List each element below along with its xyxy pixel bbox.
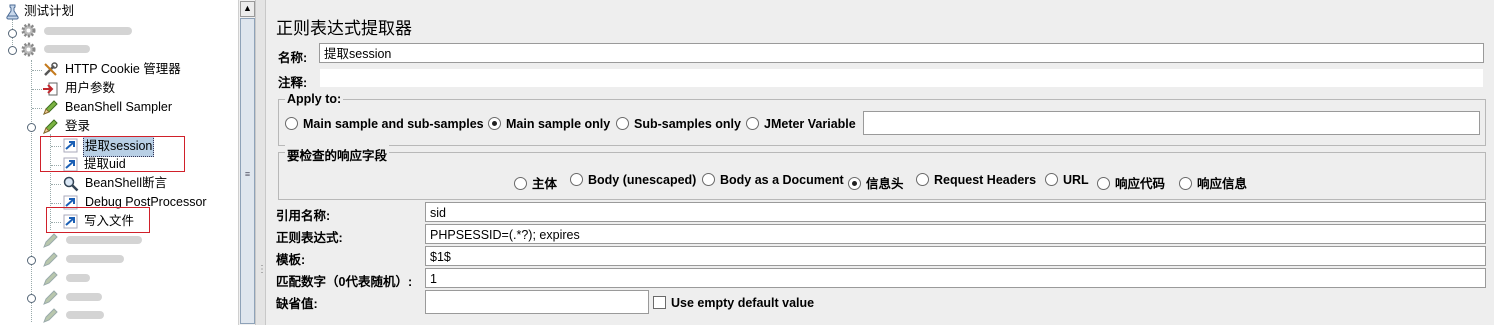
name-label: 名称: (278, 51, 308, 65)
split-pane-divider[interactable]: ⋮ (255, 0, 267, 325)
radio-icon (514, 177, 527, 190)
redacted-label (66, 274, 90, 282)
match-number-label: 匹配数字（0代表随机）: (276, 275, 413, 289)
radio-icon (616, 117, 629, 130)
panel-title: 正则表达式提取器 (276, 19, 412, 38)
tree-line (32, 108, 42, 109)
radio-jmeter-variable[interactable]: JMeter Variable (746, 117, 856, 131)
radio-icon (702, 173, 715, 186)
pencil-icon (42, 99, 59, 116)
use-empty-default-checkbox[interactable]: Use empty default value (653, 296, 814, 310)
expand-toggle[interactable] (8, 46, 17, 55)
gear-icon (20, 22, 37, 39)
jmeter-variable-field[interactable] (863, 111, 1480, 135)
apply-to-group: Apply to: Main sample and sub-samples Ma… (278, 92, 1486, 146)
radio-response-code[interactable]: 响应代码 (1097, 173, 1165, 192)
radio-icon (570, 173, 583, 186)
radio-response-message[interactable]: 响应信息 (1179, 173, 1247, 192)
grip-icon: ≡ (244, 169, 251, 179)
radio-icon (1179, 177, 1192, 190)
field-to-check-group: 要检查的响应字段 主体 Body (unescaped) Body as a D… (278, 145, 1486, 200)
radio-icon (488, 117, 501, 130)
flask-icon (4, 3, 21, 20)
radio-icon (848, 177, 861, 190)
radio-icon (916, 173, 929, 186)
redacted-label (44, 45, 90, 53)
redacted-label (66, 311, 104, 319)
redacted-label (66, 293, 102, 301)
radio-main-and-sub[interactable]: Main sample and sub-samples (285, 117, 484, 131)
pencil-icon (42, 307, 59, 324)
default-value-field[interactable] (425, 290, 649, 314)
apply-to-title: Apply to: (285, 92, 344, 106)
pencil-icon (42, 118, 59, 135)
radio-headers[interactable]: 信息头 (848, 173, 904, 192)
highlight-box (46, 207, 150, 233)
name-field[interactable]: 提取session (319, 43, 1484, 63)
redacted-label (66, 236, 142, 244)
checkbox-icon (653, 296, 666, 309)
radio-icon (746, 117, 759, 130)
expand-toggle[interactable] (27, 123, 36, 132)
gear-icon (20, 41, 37, 58)
regex-label: 正则表达式: (276, 231, 343, 245)
tree-line (51, 184, 61, 185)
template-field[interactable]: $1$ (425, 246, 1486, 266)
radio-url[interactable]: URL (1045, 173, 1089, 187)
pencil-icon (42, 270, 59, 287)
comment-field[interactable] (319, 68, 1484, 88)
expand-toggle[interactable] (27, 294, 36, 303)
highlight-box (40, 136, 185, 172)
template-label: 模板: (276, 253, 306, 267)
reference-name-label: 引用名称: (276, 209, 331, 223)
pencil-icon (42, 289, 59, 306)
radio-icon (285, 117, 298, 130)
pencil-icon (42, 251, 59, 268)
test-plan-tree[interactable]: 测试计划 HTTP Cookie 管理器 用户参数 BeanShell Samp… (0, 0, 238, 325)
radio-body-unescaped[interactable]: Body (unescaped) (570, 173, 696, 187)
scroll-thumb[interactable]: ≡ (240, 18, 255, 324)
radio-body-as-document[interactable]: Body as a Document (702, 173, 844, 187)
match-number-field[interactable]: 1 (425, 268, 1486, 288)
wrench-icon (42, 61, 59, 78)
default-value-label: 缺省值: (276, 297, 318, 311)
radio-icon (1045, 173, 1058, 186)
tree-line (31, 60, 32, 322)
arrow-in-icon (42, 80, 59, 97)
regex-field[interactable]: PHPSESSID=(.*?); expires (425, 224, 1486, 244)
redacted-label (44, 27, 132, 35)
field-to-check-title: 要检查的响应字段 (285, 145, 390, 164)
tree-line (32, 89, 42, 90)
redacted-label (66, 255, 124, 263)
radio-icon (1097, 177, 1110, 190)
expand-toggle[interactable] (27, 256, 36, 265)
comment-label: 注释: (278, 76, 308, 90)
tree-line (51, 203, 61, 204)
tree-scrollbar[interactable]: ▲ ≡ (238, 0, 255, 325)
scroll-up-icon[interactable]: ▲ (240, 1, 255, 17)
radio-body[interactable]: 主体 (514, 173, 557, 192)
magnifier-icon (62, 175, 79, 192)
radio-request-headers[interactable]: Request Headers (916, 173, 1036, 187)
radio-main-only[interactable]: Main sample only (488, 117, 610, 131)
radio-sub-only[interactable]: Sub-samples only (616, 117, 741, 131)
reference-name-field[interactable]: sid (425, 202, 1486, 222)
tree-line (32, 70, 42, 71)
expand-toggle[interactable] (8, 29, 17, 38)
pencil-icon (42, 232, 59, 249)
regex-extractor-panel: 正则表达式提取器 名称: 提取session 注释: Apply to: Mai… (266, 0, 1494, 325)
